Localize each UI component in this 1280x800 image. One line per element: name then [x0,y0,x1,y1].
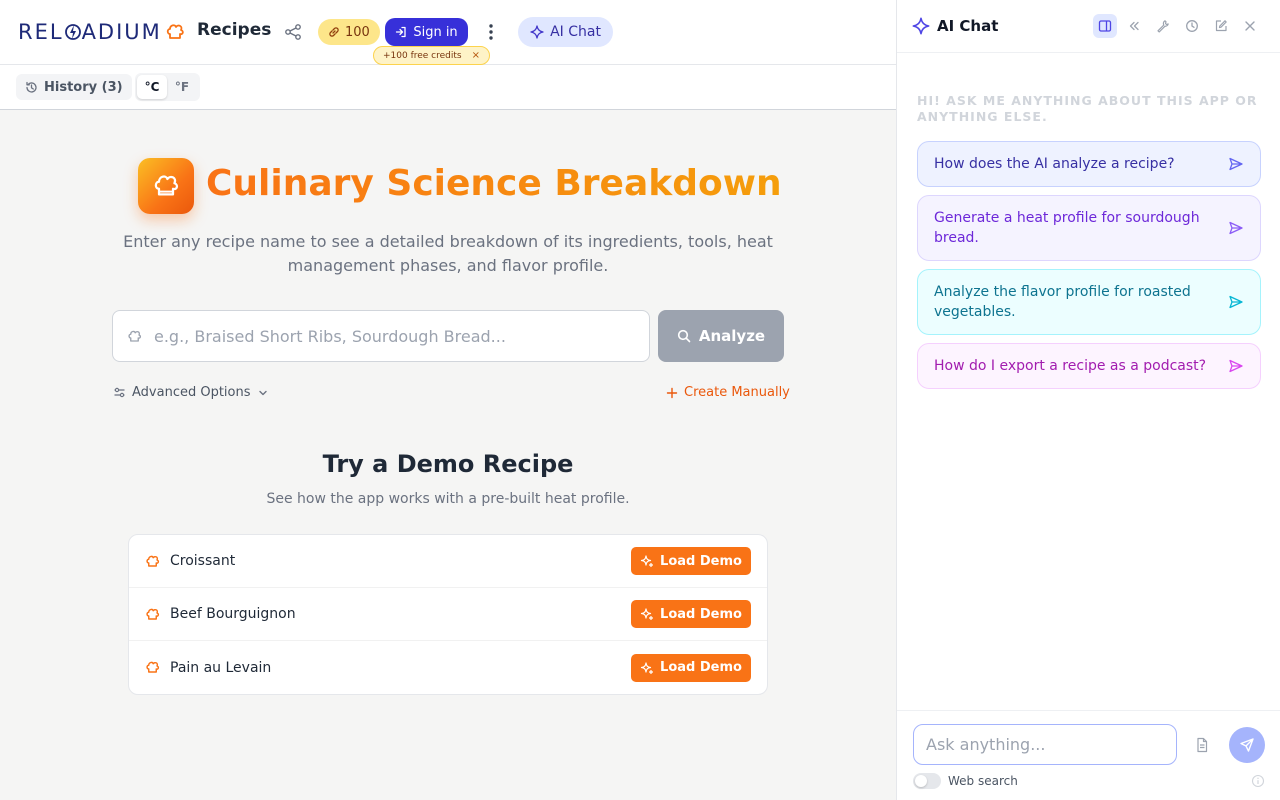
create-manually-label: Create Manually [684,385,790,400]
chat-hint: Hi! Ask me anything about this app or an… [917,93,1258,124]
suggestion-text: Analyze the flavor profile for roasted v… [934,284,1191,320]
suggestion-button[interactable]: How do I export a recipe as a podcast? [917,343,1261,389]
demo-recipe-name: Pain au Levain [170,659,272,676]
chat-input[interactable] [913,724,1177,765]
analyze-label: Analyze [698,327,766,345]
suggestion-button[interactable]: How does the AI analyze a recipe? [917,141,1261,187]
credits-badge[interactable]: 100 [318,19,380,45]
share-icon[interactable] [283,22,303,42]
demo-section-subtitle: See how the app works with a pre-built h… [266,491,630,507]
sparkles-icon [640,661,654,675]
unit-celsius[interactable]: °C [137,75,167,99]
free-credits-pill: +100 free credits × [373,46,490,65]
collapse-left-icon[interactable] [1122,14,1146,38]
plus-icon [666,387,678,399]
close-icon[interactable] [1238,14,1262,38]
sign-in-button[interactable]: Sign in [385,18,468,46]
bolt-logo-icon [64,21,81,43]
link-icon [328,26,340,38]
history-button[interactable]: History (3) [16,74,132,100]
suggestion-button[interactable]: Generate a heat profile for sourdough br… [917,195,1261,261]
sliders-icon [113,386,126,399]
sparkle-icon [530,25,544,39]
brand-text-left: REL [18,20,64,44]
toolbar: History (3) °C °F [0,65,896,110]
suggestion-button[interactable]: Analyze the flavor profile for roasted v… [917,269,1261,335]
suggestion-text: How do I export a recipe as a podcast? [934,358,1207,374]
ai-chat-panel: AI Chat Hi! Ask me anything about this a… [896,0,1280,800]
brand-text-right: ADIUM [81,20,162,44]
list-item: Beef Bourguignon Load Demo [129,588,767,641]
demo-recipe-name: Croissant [170,553,236,569]
load-demo-label: Load Demo [660,553,742,569]
web-search-control: Web search [913,773,1018,789]
chef-hat-icon [145,554,160,569]
clock-icon[interactable] [1180,14,1204,38]
close-icon[interactable]: × [472,50,480,61]
more-vertical-icon[interactable] [482,20,500,44]
send-icon [1228,294,1244,310]
document-icon[interactable] [1194,737,1210,753]
chef-hat-icon [165,22,185,42]
ai-chat-label: AI Chat [550,24,601,40]
sparkles-icon [640,554,654,568]
history-icon [25,81,38,94]
wrench-icon[interactable] [1151,14,1175,38]
history-label: History (3) [44,79,123,95]
page-title: Culinary Science Breakdown [206,163,782,204]
chef-hat-icon [138,158,194,214]
web-search-toggle[interactable] [913,773,941,789]
advanced-options-label: Advanced Options [132,385,251,400]
web-search-label: Web search [948,774,1018,788]
chef-hat-icon [145,607,160,622]
load-demo-label: Load Demo [660,606,742,622]
search-icon [677,329,691,343]
suggestion-text: Generate a heat profile for sourdough br… [934,210,1200,246]
create-manually-button[interactable]: Create Manually [666,385,790,400]
info-icon[interactable] [1251,774,1265,788]
chef-hat-icon [145,660,160,675]
chat-title: AI Chat [937,17,999,35]
send-button[interactable] [1229,727,1265,763]
reloadium-logo[interactable]: REL ADIUM [18,20,162,44]
analyze-button[interactable]: Analyze [658,310,784,362]
send-icon [1228,358,1244,374]
recipe-search-input[interactable] [154,326,614,346]
chat-header: AI Chat [897,0,1280,53]
sparkles-icon [640,607,654,621]
temperature-unit-toggle: °C °F [135,73,200,101]
load-demo-button[interactable]: Load Demo [631,547,751,575]
chef-hat-icon [127,329,142,344]
ai-chat-button[interactable]: AI Chat [518,17,613,47]
suggestion-text: How does the AI analyze a recipe? [934,156,1175,172]
sign-in-icon [395,26,407,38]
edit-icon[interactable] [1209,14,1233,38]
top-bar: REL ADIUM Recipes 100 Sign in +100 free … [0,0,896,65]
recipe-search-box [112,310,650,362]
free-credits-text: +100 free credits [383,50,462,61]
sign-in-label: Sign in [413,24,458,40]
send-icon [1239,737,1255,753]
load-demo-button[interactable]: Load Demo [631,653,751,682]
unit-fahrenheit[interactable]: °F [167,75,197,99]
chat-composer: Web search [897,710,1280,800]
load-demo-button[interactable]: Load Demo [631,600,751,628]
main-content: Culinary Science Breakdown Enter any rec… [0,110,896,800]
panel-toggle-icon[interactable] [1093,14,1117,38]
list-item: Pain au Levain Load Demo [129,641,767,694]
demo-section-title: Try a Demo Recipe [322,450,574,478]
list-item: Croissant Load Demo [129,535,767,588]
chevron-down-icon [257,387,269,399]
demo-recipe-list: Croissant Load Demo Beef Bourguignon Loa… [128,534,768,695]
send-icon [1228,156,1244,172]
send-icon [1228,220,1244,236]
sparkle-icon [912,17,930,35]
load-demo-label: Load Demo [660,660,742,675]
page-subtitle: Enter any recipe name to see a detailed … [123,232,773,275]
demo-recipe-name: Beef Bourguignon [170,606,296,622]
app-title: Recipes [197,20,272,40]
advanced-options-toggle[interactable]: Advanced Options [113,385,269,400]
credits-count: 100 [345,24,370,40]
